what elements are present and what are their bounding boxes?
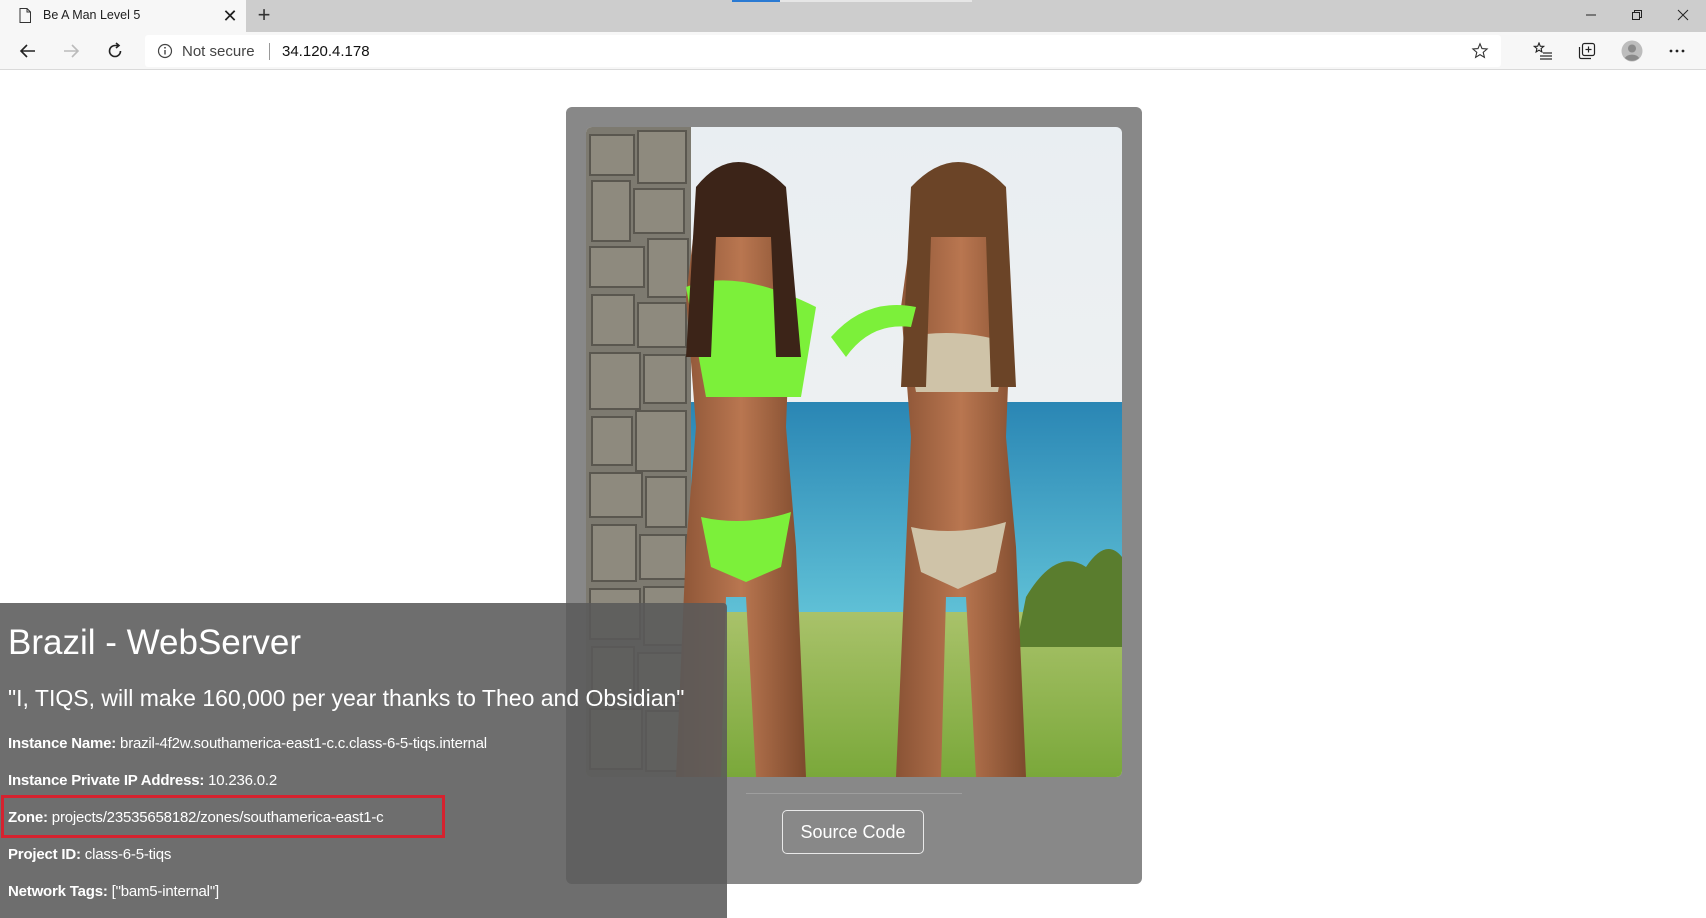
favorite-star-icon[interactable] — [1471, 42, 1489, 60]
minimize-icon[interactable] — [1568, 0, 1614, 30]
instance-name-value: brazil-4f2w.southamerica-east1-c.c.class… — [120, 735, 487, 752]
source-code-button[interactable]: Source Code — [782, 810, 924, 854]
tab-strip: Be A Man Level 5 ✕ + — [0, 0, 1706, 32]
project-id-row: Project ID: class-6-5-tiqs — [8, 846, 171, 863]
zone-label: Zone: — [8, 809, 48, 826]
server-info-panel: Brazil - WebServer "I, TIQS, will make 1… — [0, 603, 727, 918]
close-tab-icon[interactable]: ✕ — [222, 7, 238, 25]
network-tags-label: Network Tags: — [8, 883, 108, 900]
card-divider — [746, 793, 962, 794]
profile-avatar-icon[interactable] — [1621, 40, 1643, 62]
security-label[interactable]: Not secure — [182, 43, 255, 60]
url-text[interactable]: 34.120.4.178 — [282, 43, 370, 60]
address-divider — [269, 43, 270, 60]
instance-name-label: Instance Name: — [8, 735, 117, 752]
close-window-icon[interactable] — [1660, 0, 1706, 30]
network-tags-value: ["bam5-internal"] — [111, 883, 220, 900]
tab-title: Be A Man Level 5 — [43, 8, 141, 22]
more-options-icon[interactable] — [1666, 40, 1688, 62]
page-icon — [19, 8, 31, 23]
info-icon[interactable] — [157, 43, 173, 59]
private-ip-value: 10.236.0.2 — [208, 772, 278, 789]
browser-toolbar: Not secure 34.120.4.178 — [0, 32, 1706, 70]
zone-value: projects/23535658182/zones/southamerica-… — [51, 809, 384, 826]
quote-text: "I, TIQS, will make 160,000 per year tha… — [8, 685, 685, 711]
instance-name-row: Instance Name: brazil-4f2w.southamerica-… — [8, 735, 487, 752]
private-ip-row: Instance Private IP Address: 10.236.0.2 — [8, 772, 277, 789]
zone-row: Zone: projects/23535658182/zones/southam… — [8, 809, 384, 826]
new-tab-icon[interactable]: + — [253, 4, 275, 26]
project-id-label: Project ID: — [8, 846, 81, 863]
loading-indicator — [732, 0, 972, 2]
refresh-icon[interactable] — [101, 37, 129, 65]
forward-arrow-icon[interactable] — [57, 37, 85, 65]
back-arrow-icon[interactable] — [14, 37, 42, 65]
private-ip-label: Instance Private IP Address: — [8, 772, 205, 789]
collections-icon[interactable] — [1576, 40, 1598, 62]
favorites-list-icon[interactable] — [1532, 40, 1554, 62]
network-tags-row: Network Tags: ["bam5-internal"] — [8, 883, 219, 900]
restore-icon[interactable] — [1614, 0, 1660, 30]
project-id-value: class-6-5-tiqs — [84, 846, 172, 863]
browser-tab-active[interactable]: Be A Man Level 5 ✕ — [0, 0, 246, 32]
page-title: Brazil - WebServer — [8, 623, 302, 662]
address-bar[interactable]: Not secure 34.120.4.178 — [145, 35, 1501, 67]
